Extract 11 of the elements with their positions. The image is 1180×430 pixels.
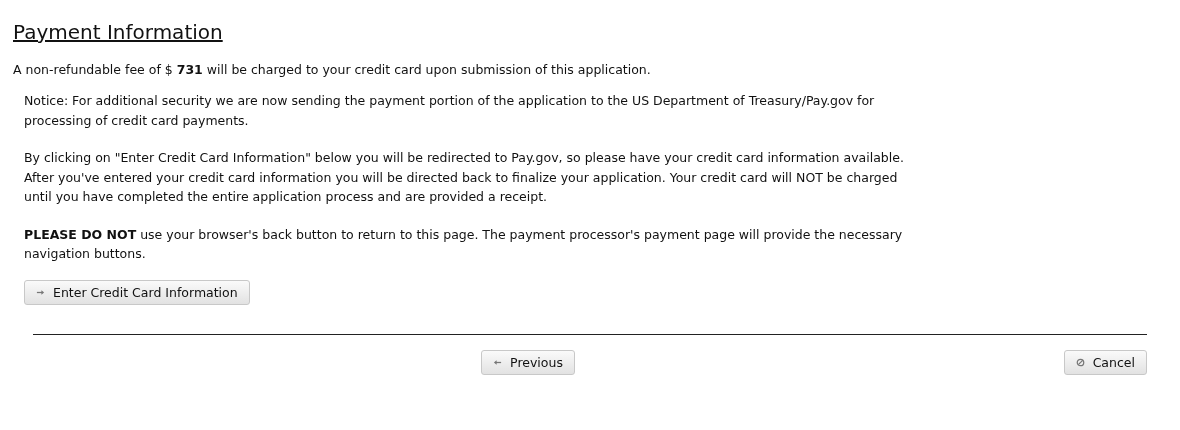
previous-button[interactable]: Previous: [481, 349, 575, 375]
page-title: Payment Information: [13, 20, 223, 44]
cancel-icon: [1075, 357, 1085, 367]
notice-paragraph: PLEASE DO NOT use your browser's back button to return to this page. The payment processor's payment page will provide the necessary navigation buttons.: [24, 225, 904, 263]
cancel-button[interactable]: Cancel: [1063, 349, 1147, 375]
notice-paragraph: By clicking on "Enter Credit Card Information" below you will be redirected to Pay.gov, so please have your credit card information available. After you've entered your credit card information you will be directed back to finalize your application. Your credit card will NOT be charged until you have completed the entire application process and are provided a receipt.: [24, 149, 905, 206]
arrow-right-icon: [36, 287, 45, 297]
fee-text: A non-refundable fee of $ 731 will be charged to your credit card upon submission of this application.: [13, 62, 652, 77]
credit-card-button[interactable]: Enter Credit Card Information: [24, 279, 250, 305]
notice-paragraph: Notice: For additional security we are now sending the payment portion of the application to the US Department of Treasury/Pay.gov for processing of credit card payments.: [24, 92, 876, 130]
arrow-left-icon: [493, 357, 503, 367]
